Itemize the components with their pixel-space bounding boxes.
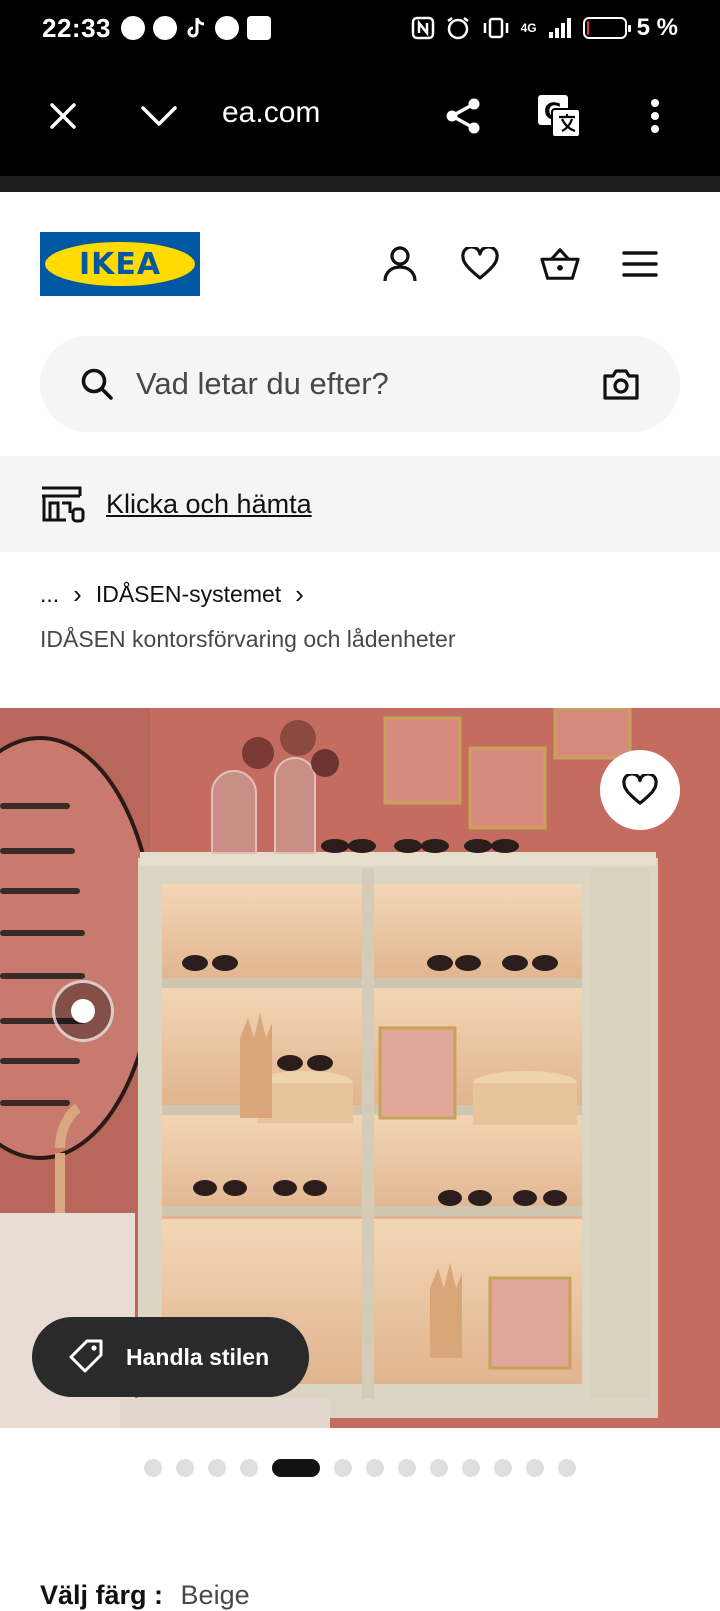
share-button[interactable]: [430, 56, 496, 176]
search-input[interactable]: [136, 366, 602, 402]
carousel-dot-active[interactable]: [272, 1459, 320, 1477]
color-value: Beige: [180, 1580, 250, 1610]
search-icon: [81, 368, 113, 400]
cart-button[interactable]: [540, 244, 580, 284]
shop-the-look-button[interactable]: Handla stilen: [32, 1317, 310, 1397]
breadcrumb: ... › IDÅSEN-systemet ›: [40, 576, 318, 612]
url-text[interactable]: ea.com: [222, 96, 320, 130]
notification-icons: [121, 16, 271, 40]
more-vertical-icon: [651, 99, 659, 133]
site-header: IKEA: [0, 192, 720, 332]
alarm-icon: [446, 17, 469, 40]
carousel-dot[interactable]: [366, 1459, 384, 1477]
tiktok-icon: [187, 17, 205, 38]
hamburger-icon: [622, 251, 658, 277]
search-bar[interactable]: [40, 336, 680, 432]
close-tab-button[interactable]: [30, 56, 96, 176]
click-collect-banner[interactable]: Klicka och hämta: [0, 456, 720, 552]
translate-icon: G: [538, 95, 581, 138]
upload-icon: [247, 16, 271, 40]
carousel-dot[interactable]: [208, 1459, 226, 1477]
logo-text: IKEA: [78, 246, 162, 282]
system-icons: 4G 5 %: [411, 14, 678, 42]
media-notification-icon: [153, 16, 177, 40]
carousel-dot[interactable]: [558, 1459, 576, 1477]
click-collect-link[interactable]: Klicka och hämta: [106, 489, 312, 520]
carousel-dot[interactable]: [526, 1459, 544, 1477]
account-button[interactable]: [380, 244, 420, 284]
user-icon: [383, 246, 417, 282]
ikea-logo[interactable]: IKEA: [40, 232, 200, 296]
status-bar: 22:33 4G 5 %: [0, 0, 720, 56]
carousel-dot[interactable]: [462, 1459, 480, 1477]
image-favorite-button[interactable]: [600, 750, 680, 830]
menu-button[interactable]: [620, 244, 660, 284]
battery-icon: [582, 17, 631, 39]
color-label: Välj färg :: [40, 1580, 164, 1610]
camera-icon[interactable]: [602, 367, 640, 401]
heart-icon: [461, 247, 499, 280]
carousel-dot[interactable]: [334, 1459, 352, 1477]
logo-oval: IKEA: [45, 242, 195, 286]
carousel-dot[interactable]: [398, 1459, 416, 1477]
carousel-dot[interactable]: [494, 1459, 512, 1477]
breadcrumb-separator-icon: ›: [295, 578, 304, 609]
nfc-icon: [411, 16, 434, 40]
color-selector[interactable]: Välj färg : Beige: [40, 1580, 250, 1611]
tag-icon: [69, 1339, 103, 1373]
battery-level: [586, 21, 589, 35]
translate-button[interactable]: G: [526, 56, 592, 176]
basket-icon: [540, 248, 580, 280]
product-image[interactable]: Handla stilen: [0, 708, 720, 1428]
network-type: 4G: [520, 21, 537, 35]
share-icon: [446, 98, 480, 134]
breadcrumb-item[interactable]: IDÅSEN-systemet: [96, 581, 281, 608]
carousel-dot[interactable]: [430, 1459, 448, 1477]
carousel-dot[interactable]: [176, 1459, 194, 1477]
shop-the-look-label: Handla stilen: [126, 1343, 270, 1370]
chevron-down-icon: [141, 106, 177, 126]
store-icon: [42, 486, 85, 523]
close-icon: [50, 103, 76, 129]
carousel-dot[interactable]: [144, 1459, 162, 1477]
product-hotspot[interactable]: [52, 980, 114, 1042]
browser-toolbar: ea.com G: [0, 56, 720, 176]
carousel-pagination: [0, 1458, 720, 1478]
facebook-icon: [215, 16, 239, 40]
page-title: IDÅSEN kontorsförvaring och lådenheter: [40, 626, 456, 652]
breadcrumb-separator-icon: ›: [73, 578, 82, 609]
browser-menu-button[interactable]: [622, 56, 688, 176]
battery-percent: 5 %: [636, 14, 678, 41]
hotspot-dot: [71, 999, 95, 1023]
status-time: 22:33: [42, 12, 111, 43]
carousel-dot[interactable]: [240, 1459, 258, 1477]
heart-icon: [622, 774, 658, 805]
breadcrumb-ellipsis[interactable]: ...: [40, 581, 59, 608]
browser-divider: [0, 176, 720, 192]
chat-notification-icon: [121, 16, 145, 40]
favorites-button[interactable]: [460, 244, 500, 284]
minimize-button[interactable]: [126, 56, 192, 176]
signal-icon: [548, 18, 571, 38]
vibrate-icon: [483, 17, 508, 39]
